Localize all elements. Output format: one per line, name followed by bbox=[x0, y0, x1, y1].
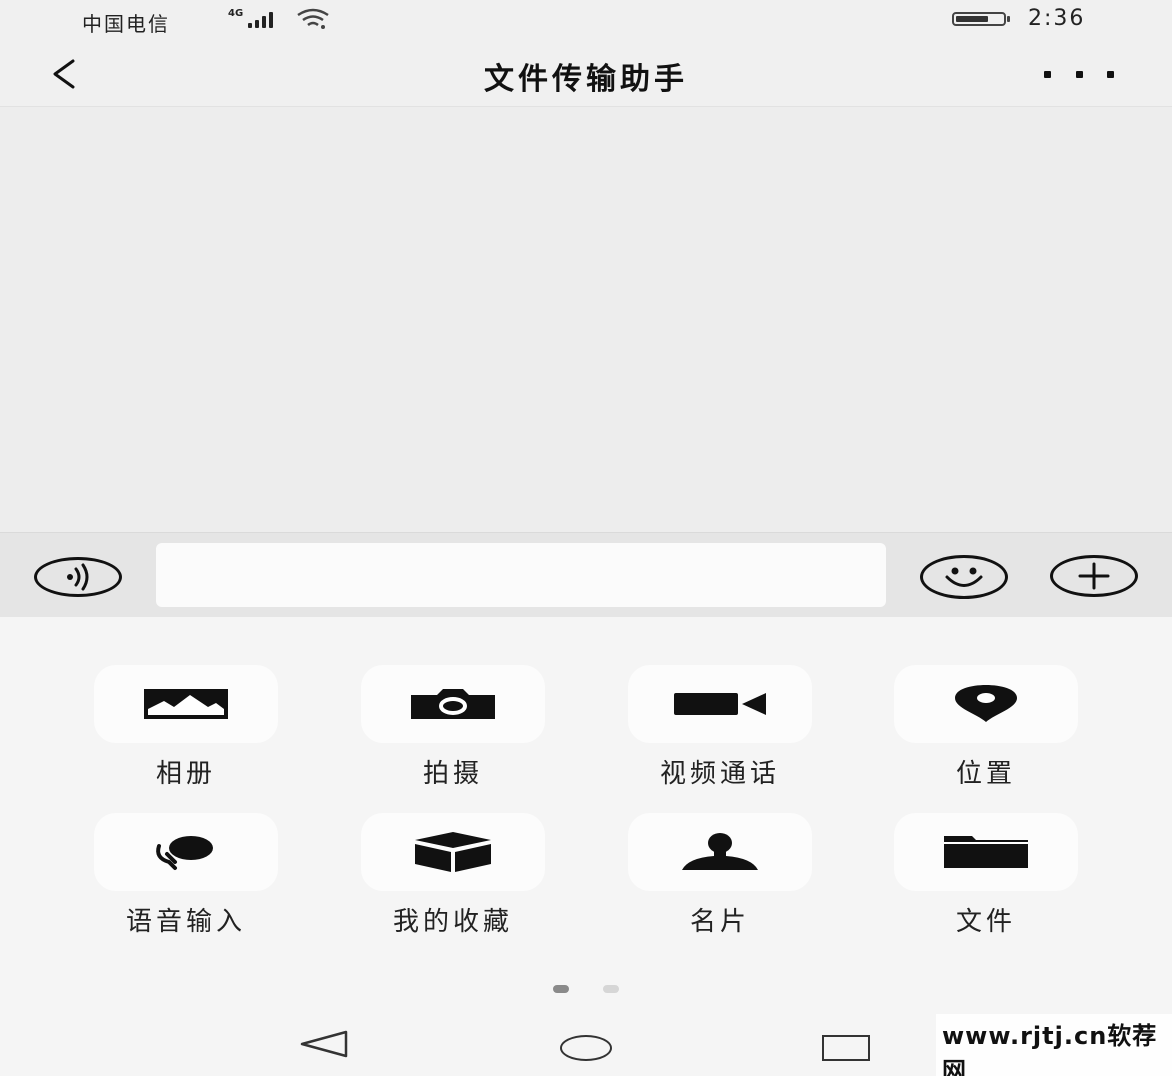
func-label: 语音输入 bbox=[125, 907, 246, 937]
battery-icon bbox=[952, 12, 1010, 26]
nav-recents-button[interactable] bbox=[822, 1035, 870, 1061]
func-tile[interactable] bbox=[361, 813, 545, 891]
camera-icon bbox=[411, 689, 495, 719]
voice-toggle-button[interactable] bbox=[34, 557, 122, 597]
message-input[interactable] bbox=[156, 543, 886, 607]
func-label: 位置 bbox=[955, 759, 1016, 789]
func-label: 文件 bbox=[955, 907, 1016, 937]
func-item-contact-card[interactable]: 名片 bbox=[600, 813, 840, 938]
func-item-voice-input[interactable]: 语音输入 bbox=[66, 813, 306, 938]
func-tile[interactable] bbox=[94, 665, 278, 743]
func-item-video-call[interactable]: 视频通话 bbox=[600, 665, 840, 790]
func-tile[interactable] bbox=[628, 813, 812, 891]
plus-icon bbox=[1078, 562, 1110, 590]
watermark: www.rjtj.cn软荐网 bbox=[936, 1014, 1172, 1076]
func-item-album[interactable]: 相册 bbox=[66, 665, 306, 790]
page-indicator bbox=[0, 985, 1172, 993]
nav-back-button[interactable] bbox=[298, 1029, 350, 1063]
page-dot-active[interactable] bbox=[553, 985, 569, 993]
chat-screen: 中国电信 4G 2:36 文件传输助手 相册 拍摄 视频通话 位置 语音输入 我… bbox=[0, 0, 1172, 1076]
wifi-icon bbox=[296, 8, 330, 34]
func-tile[interactable] bbox=[361, 665, 545, 743]
contact-card-icon bbox=[682, 833, 758, 870]
more-options-button[interactable] bbox=[1044, 54, 1114, 94]
function-panel: 相册 拍摄 视频通话 位置 语音输入 我的收藏 名片 文件 bbox=[0, 617, 1172, 1007]
func-label: 相册 bbox=[155, 759, 216, 789]
network-type: 4G bbox=[228, 8, 244, 19]
func-item-location[interactable]: 位置 bbox=[866, 665, 1106, 790]
func-label: 拍摄 bbox=[422, 759, 483, 789]
input-bar bbox=[0, 532, 1172, 618]
func-item-camera[interactable]: 拍摄 bbox=[333, 665, 573, 790]
signal-bar bbox=[262, 16, 267, 28]
status-bar: 中国电信 4G 2:36 bbox=[0, 0, 1172, 40]
page-title: 文件传输助手 bbox=[484, 62, 688, 97]
photo-icon bbox=[144, 689, 228, 719]
func-label: 视频通话 bbox=[659, 759, 780, 789]
title-bar: 文件传输助手 bbox=[0, 40, 1172, 107]
more-dot-icon bbox=[1044, 70, 1051, 78]
func-tile[interactable] bbox=[894, 665, 1078, 743]
more-functions-button[interactable] bbox=[1050, 555, 1138, 597]
func-tile[interactable] bbox=[628, 665, 812, 743]
location-icon bbox=[955, 685, 1017, 722]
signal-bar bbox=[269, 12, 274, 28]
page-dot[interactable] bbox=[603, 985, 619, 993]
message-list[interactable] bbox=[0, 107, 1172, 532]
more-dot-icon bbox=[1107, 70, 1114, 78]
func-label: 我的收藏 bbox=[392, 907, 513, 937]
emoji-button[interactable] bbox=[920, 555, 1008, 599]
func-tile[interactable] bbox=[894, 813, 1078, 891]
triangle-back-icon bbox=[300, 1030, 348, 1058]
favorites-icon bbox=[415, 832, 491, 872]
signal-strength: 4G bbox=[228, 8, 274, 28]
smiley-icon bbox=[945, 567, 983, 587]
func-label: 名片 bbox=[689, 907, 750, 937]
battery-level bbox=[956, 16, 988, 22]
video-call-icon bbox=[674, 693, 766, 715]
carrier-name: 中国电信 bbox=[82, 12, 170, 36]
clock: 2:36 bbox=[1028, 6, 1086, 31]
more-dot-icon bbox=[1075, 70, 1083, 78]
func-tile[interactable] bbox=[94, 813, 278, 891]
nav-home-button[interactable] bbox=[560, 1035, 612, 1061]
voice-wave-icon bbox=[67, 563, 89, 591]
signal-bar bbox=[255, 20, 260, 28]
folder-icon bbox=[944, 836, 1028, 868]
voice-input-icon bbox=[156, 836, 213, 870]
signal-bar bbox=[248, 23, 253, 28]
func-item-favorites[interactable]: 我的收藏 bbox=[333, 813, 573, 938]
func-item-file[interactable]: 文件 bbox=[866, 813, 1106, 938]
